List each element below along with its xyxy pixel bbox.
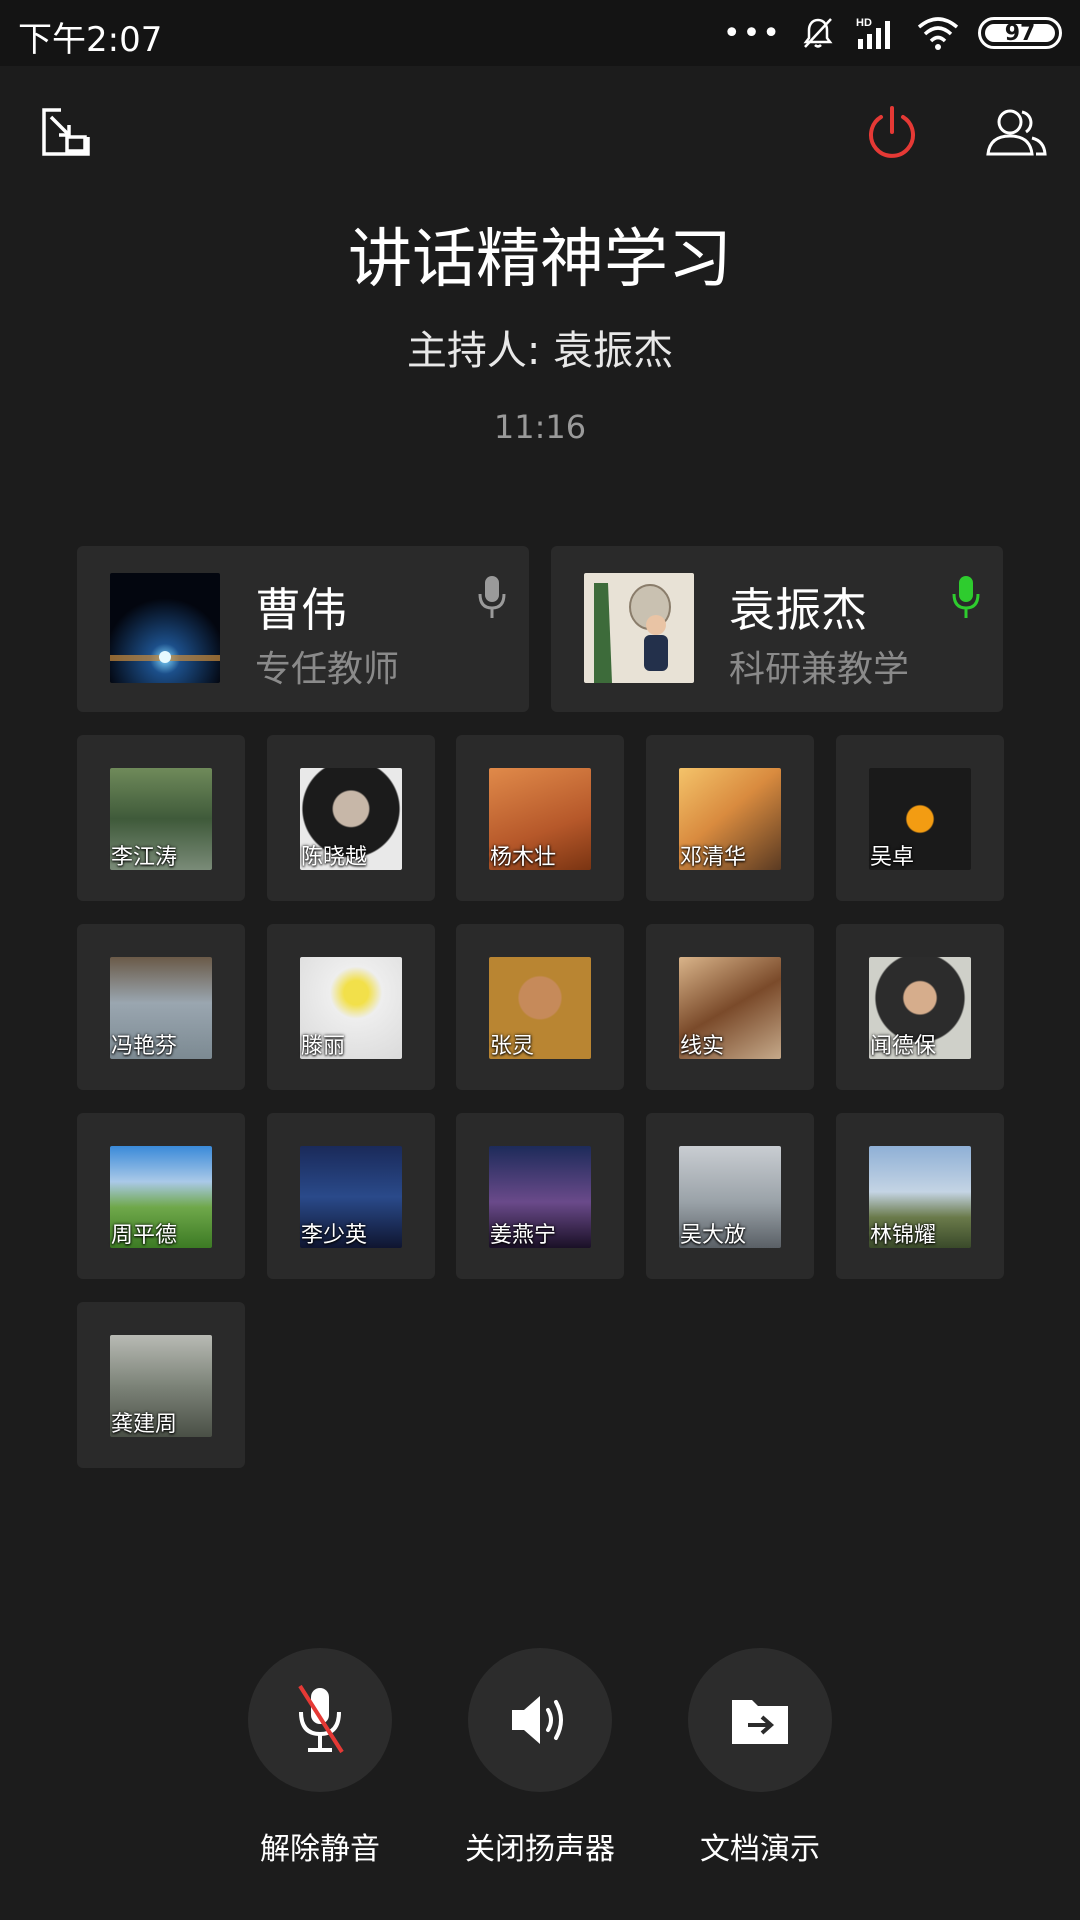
speaker-role: 科研兼教学 <box>729 649 910 690</box>
participant-tile[interactable]: 邓清华 <box>646 735 814 901</box>
participant-name: 张灵 <box>490 1034 535 1059</box>
participant-tile[interactable]: 杨木壮 <box>456 735 624 901</box>
participant-name: 李江涛 <box>111 845 178 870</box>
participant-name: 吴大放 <box>680 1223 747 1248</box>
participant-name: 邓清华 <box>680 845 747 870</box>
speaker-name: 曹伟 <box>255 583 347 637</box>
participant-tile[interactable]: 冯艳芬 <box>77 924 245 1090</box>
participant-tile[interactable]: 吴大放 <box>646 1113 814 1279</box>
status-time: 下午2:07 <box>18 20 163 60</box>
participant-tile[interactable]: 闻德保 <box>836 924 1004 1090</box>
participant-tile[interactable]: 林锦耀 <box>836 1113 1004 1279</box>
more-notifications-icon: ••• <box>722 15 782 51</box>
speaker-toggle-label: 关闭扬声器 <box>465 1832 615 1867</box>
participant-name: 线实 <box>680 1034 725 1059</box>
battery-indicator: 97 <box>978 17 1062 49</box>
participant-name: 周平德 <box>111 1223 178 1248</box>
battery-level: 97 <box>1004 20 1036 46</box>
participant-name: 杨木壮 <box>490 845 557 870</box>
participant-tile[interactable]: 龚建周 <box>77 1302 245 1468</box>
minimize-window-button[interactable] <box>34 100 98 164</box>
participant-tile[interactable]: 滕丽 <box>267 924 435 1090</box>
participant-name: 滕丽 <box>301 1034 346 1059</box>
status-icons: ••• HD 97 <box>723 10 1062 56</box>
avatar <box>584 573 694 683</box>
signal-hd-icon: HD <box>856 17 890 49</box>
participant-tile[interactable]: 线实 <box>646 924 814 1090</box>
participant-name: 陈晓越 <box>301 845 368 870</box>
meeting-title: 讲话精神学习 <box>348 223 732 297</box>
speaker-icon <box>512 1696 563 1744</box>
speaker-card[interactable]: 曹伟 专任教师 <box>77 546 529 712</box>
folder-share-icon <box>732 1700 788 1744</box>
avatar <box>110 573 220 683</box>
speaker-toggle-button[interactable] <box>468 1648 612 1792</box>
status-bar: 下午2:07 ••• HD 97 <box>0 0 1080 66</box>
participant-tile[interactable]: 周平德 <box>77 1113 245 1279</box>
end-meeting-button[interactable] <box>860 100 924 164</box>
participant-name: 龚建周 <box>111 1412 178 1437</box>
members-icon <box>986 109 1047 156</box>
svg-text:HD: HD <box>856 17 872 29</box>
wifi-icon <box>917 17 959 50</box>
minimize-window-icon <box>42 108 90 156</box>
participant-name: 李少英 <box>301 1223 368 1248</box>
participant-tile[interactable]: 姜燕宁 <box>456 1113 624 1279</box>
speaker-role: 专任教师 <box>255 649 400 690</box>
participant-tile[interactable]: 吴卓 <box>836 735 1004 901</box>
participant-tile[interactable]: 李少英 <box>267 1113 435 1279</box>
unmute-label: 解除静音 <box>260 1832 380 1867</box>
participant-name: 冯艳芬 <box>111 1034 178 1059</box>
speaker-card[interactable]: 袁振杰 科研兼教学 <box>551 546 1003 712</box>
document-present-label: 文档演示 <box>700 1832 820 1867</box>
participant-name: 林锦耀 <box>870 1223 937 1248</box>
unmute-button[interactable] <box>248 1648 392 1792</box>
power-icon <box>869 106 915 158</box>
meeting-host: 主持人: 袁振杰 <box>406 328 674 374</box>
participant-name: 姜燕宁 <box>490 1223 557 1248</box>
members-button[interactable] <box>981 100 1051 164</box>
mute-bell-icon <box>803 18 833 48</box>
mic-active-icon <box>952 576 980 618</box>
mic-icon <box>478 576 506 618</box>
mic-muted-icon <box>298 1684 344 1754</box>
participant-tile[interactable]: 陈晓越 <box>267 735 435 901</box>
participant-tile[interactable]: 张灵 <box>456 924 624 1090</box>
participant-tile[interactable]: 李江涛 <box>77 735 245 901</box>
participant-name: 吴卓 <box>870 845 915 870</box>
participant-name: 闻德保 <box>870 1034 937 1059</box>
document-present-button[interactable] <box>688 1648 832 1792</box>
speaker-name: 袁振杰 <box>729 583 867 637</box>
meeting-timer: 11:16 <box>493 408 587 446</box>
